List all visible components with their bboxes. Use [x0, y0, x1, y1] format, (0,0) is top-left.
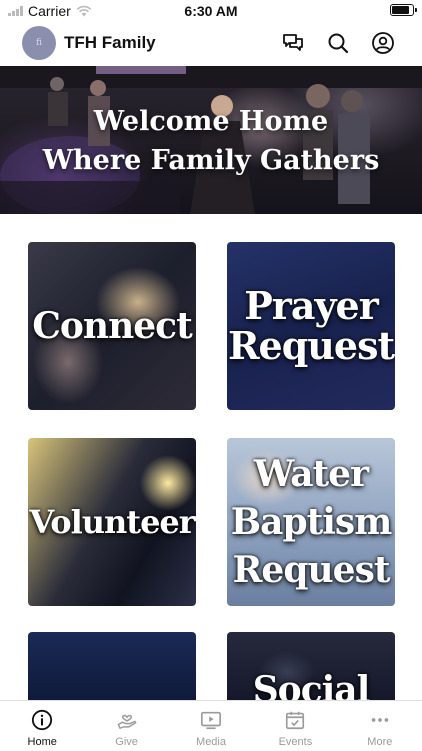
tab-bar: Home Give Media Events More — [0, 700, 422, 751]
tab-more[interactable]: More — [338, 701, 422, 751]
tile-label-line: Request — [232, 549, 391, 591]
status-time: 6:30 AM — [184, 3, 238, 19]
tile-label: Prayer Request — [227, 283, 395, 368]
chat-icon[interactable] — [281, 31, 305, 55]
tab-media[interactable]: Media — [169, 701, 253, 751]
tile-label-line: Baptism — [230, 501, 393, 543]
app-logo[interactable]: fi — [22, 26, 56, 60]
info-circle-icon — [32, 709, 53, 731]
profile-icon[interactable] — [371, 31, 395, 55]
hero-title: Welcome Home Where Family Gathers — [0, 102, 422, 180]
tile-social[interactable]: Social — [227, 632, 395, 702]
tab-label: Home — [27, 736, 57, 748]
tile-water-baptism-request[interactable]: Water Baptism Request — [227, 438, 395, 606]
app-title: TFH Family — [64, 33, 156, 52]
tile-label-line: Water — [253, 453, 369, 495]
hero-line-1: Welcome Home — [93, 106, 329, 137]
tile-label: Volunteer — [29, 502, 195, 542]
tile-label: Connect — [32, 305, 192, 347]
search-icon[interactable] — [326, 31, 350, 55]
tile-label-line: Connect — [32, 305, 192, 347]
app-header: fi TFH Family — [0, 22, 422, 66]
logo-text: fi — [35, 38, 42, 48]
status-bar: Carrier 6:30 AM — [0, 0, 422, 22]
tile-volunteer[interactable]: Volunteer — [28, 438, 196, 606]
tile-label-line: Request — [227, 323, 395, 368]
tile-connect[interactable]: Connect — [28, 242, 196, 410]
tab-label: Events — [278, 736, 313, 748]
tab-label: More — [367, 736, 393, 748]
tile-partial[interactable] — [28, 632, 196, 702]
tab-give[interactable]: Give — [84, 701, 168, 751]
tab-label: Give — [115, 736, 138, 748]
play-screen-icon — [201, 711, 222, 730]
tile-label-line: Volunteer — [29, 503, 195, 541]
calendar-check-icon — [286, 711, 305, 730]
tile-label-line: Social — [252, 669, 371, 702]
status-right — [390, 4, 417, 16]
hero-banner[interactable]: Welcome Home Where Family Gathers — [0, 66, 422, 214]
tile-label-line: Prayer — [244, 283, 379, 328]
tab-home[interactable]: Home — [0, 701, 84, 751]
hero-line-2: Where Family Gathers — [42, 145, 380, 176]
tile-label: Social — [252, 669, 371, 702]
tile-label: Water Baptism Request — [230, 450, 393, 594]
tile-prayer-request[interactable]: Prayer Request — [227, 242, 395, 410]
tab-events[interactable]: Events — [253, 701, 337, 751]
battery-icon — [390, 4, 417, 16]
more-dots-icon — [371, 718, 389, 722]
hand-heart-icon — [117, 714, 137, 729]
tab-label: Media — [196, 736, 226, 748]
